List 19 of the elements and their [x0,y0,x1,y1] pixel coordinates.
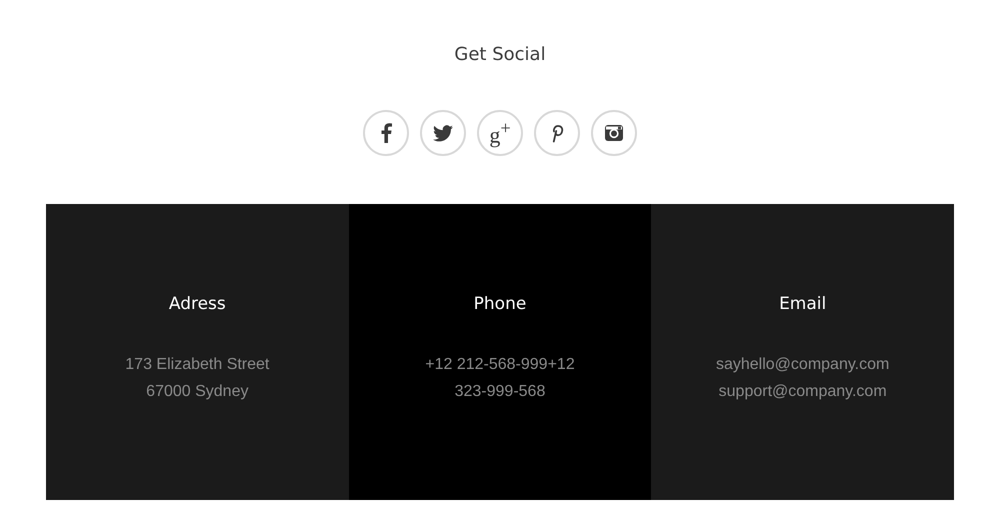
contact-detail: 67000 Sydney [146,382,248,402]
instagram-link[interactable] [591,110,637,156]
contact-detail: support@company.com [718,382,887,402]
twitter-link[interactable] [420,110,466,156]
contact-detail: sayhello@company.com [716,355,890,375]
contact-heading: Phone [474,293,526,315]
facebook-icon [380,123,392,143]
section-title: Get Social [454,44,546,66]
contact-heading: Email [779,293,826,315]
camera-icon [604,123,624,143]
google-plus-link[interactable]: g$^{+}$ [477,110,523,156]
contact-heading: Adress [168,293,226,315]
bird-icon [433,124,453,142]
pinterest-link[interactable] [534,110,580,156]
contact-detail: 323-999-568 [454,382,546,402]
facebook-link[interactable] [363,110,409,156]
contact-detail: +12 212-568-999+12 [425,355,575,375]
pinterest-icon [550,123,564,143]
contact-detail: 173 Elizabeth Street [125,355,270,375]
